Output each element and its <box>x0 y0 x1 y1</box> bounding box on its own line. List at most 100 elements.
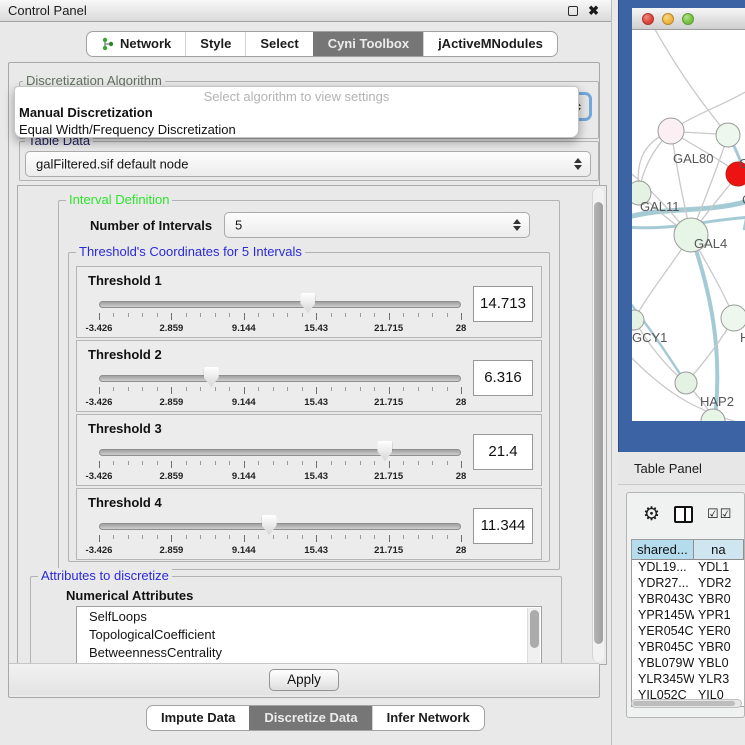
tab-discretize-data[interactable]: Discretize Data <box>249 706 371 730</box>
close-icon[interactable]: ✖ <box>588 6 599 16</box>
table-row[interactable]: YBR043CYBR0 <box>632 592 744 608</box>
slider-track[interactable] <box>99 449 461 456</box>
control-panel: Control Panel ✖ Network Style Select Cyni T… <box>0 0 612 745</box>
node-label: HAP2 <box>700 394 734 409</box>
apply-button[interactable]: Apply <box>269 669 339 691</box>
table-cell: YBL0 <box>694 656 744 672</box>
node-table: shared...na YDL19...YDL1YDR27...YDR2YBR0… <box>631 539 744 707</box>
attributes-group-title: Attributes to discretize <box>38 568 172 583</box>
combo-spinner-icon <box>513 219 521 231</box>
table-horizontal-scrollbar[interactable] <box>631 699 742 708</box>
threshold-value-field[interactable]: 14.713 <box>473 286 533 322</box>
number-of-intervals-combo[interactable]: 5 <box>224 212 530 238</box>
table-column-header[interactable]: shared... <box>632 540 694 559</box>
slider-thumb[interactable] <box>204 367 219 387</box>
node-label: GAL80 <box>673 151 713 166</box>
close-traffic-icon[interactable] <box>642 13 654 25</box>
network-node[interactable] <box>675 372 697 394</box>
tab-select[interactable]: Select <box>245 32 312 56</box>
tick-label: 28 <box>456 471 467 482</box>
tick-label: 9.144 <box>232 545 256 556</box>
node-label: GA <box>739 156 745 171</box>
tab-network[interactable]: Network <box>87 32 185 56</box>
float-panel-icon[interactable] <box>568 6 578 16</box>
control-panel-titlebar: Control Panel ✖ <box>0 0 611 22</box>
table-header-row: shared...na <box>632 540 744 560</box>
algorithm-option[interactable]: Manual Discretization <box>15 104 578 121</box>
attribute-list-item[interactable]: SelfLoops <box>77 607 541 625</box>
threshold-label: Threshold 1 <box>88 273 162 288</box>
tick-label: -3.426 <box>86 323 113 334</box>
attribute-list-item[interactable]: BetweennessCentrality <box>77 643 541 661</box>
tab-label: Select <box>260 32 298 56</box>
algorithm-popup-hint: Select algorithm to view settings <box>15 87 578 104</box>
table-cell: YDR2 <box>694 576 744 592</box>
table-cell: YER0 <box>694 624 744 640</box>
table-cell: YBR0 <box>694 592 744 608</box>
table-row[interactable]: YER054CYER0 <box>632 624 744 640</box>
threshold-value-field[interactable]: 11.344 <box>473 508 533 544</box>
network-canvas[interactable]: GAL80GAGAL11CGAL4GCY1HHAP2 <box>632 30 745 421</box>
table-cell: YPR1 <box>694 608 744 624</box>
settings-scrollbar[interactable] <box>592 188 604 662</box>
tick-label: 21.715 <box>374 397 403 408</box>
attribute-list-item[interactable]: TopologicalCoefficient <box>77 625 541 643</box>
zoom-traffic-icon[interactable] <box>682 13 694 25</box>
tab-jactivemnodules[interactable]: jActiveMNodules <box>423 32 557 56</box>
tick-label: 21.715 <box>374 545 403 556</box>
table-row[interactable]: YPR145WYPR1 <box>632 608 744 624</box>
tick-label: 28 <box>456 323 467 334</box>
table-row[interactable]: YBR045CYBR0 <box>632 640 744 656</box>
numerical-attributes-label: Numerical Attributes <box>66 588 193 603</box>
table-cell: YDR27... <box>632 576 694 592</box>
table-cell: YBR0 <box>694 640 744 656</box>
threshold-panel: Threshold 4-3.4262.8599.14415.4321.71528… <box>76 488 542 560</box>
network-window-titlebar <box>632 8 745 30</box>
tab-impute-data[interactable]: Impute Data <box>147 706 249 730</box>
algorithm-option[interactable]: Equal Width/Frequency Discretization <box>15 121 578 138</box>
tick-label: 28 <box>456 397 467 408</box>
gear-icon[interactable]: ⚙ <box>643 503 660 526</box>
slider-thumb[interactable] <box>377 441 392 461</box>
slider-thumb[interactable] <box>300 293 315 313</box>
network-node[interactable] <box>658 118 684 144</box>
settings-scrollpane: Interval Definition Number of Intervals … <box>17 185 607 665</box>
network-node[interactable] <box>632 310 644 330</box>
tab-style[interactable]: Style <box>185 32 245 56</box>
algorithm-dropdown-popup: Select algorithm to view settings Manual… <box>14 86 579 138</box>
table-row[interactable]: YBL079WYBL0 <box>632 656 744 672</box>
slider-track[interactable] <box>99 523 461 530</box>
threshold-value-field[interactable]: 21.4 <box>473 434 533 470</box>
tab-label: Infer Network <box>387 706 470 730</box>
slider-ticks <box>99 461 461 469</box>
threshold-value-field[interactable]: 6.316 <box>473 360 533 396</box>
network-node[interactable] <box>721 305 745 331</box>
tick-label: 2.859 <box>160 545 184 556</box>
select-columns-icon[interactable]: ☑☑ <box>707 506 732 522</box>
slider-track[interactable] <box>99 375 461 382</box>
slider-thumb[interactable] <box>262 515 277 535</box>
table-row[interactable]: YLR345WYLR3 <box>632 672 744 688</box>
attributes-scrollbar[interactable] <box>527 608 540 664</box>
tick-label: 2.859 <box>160 323 184 334</box>
slider-track[interactable] <box>99 301 461 308</box>
tick-label: 15.43 <box>304 397 328 408</box>
table-column-header[interactable]: na <box>694 540 744 559</box>
tab-cyni-toolbox[interactable]: Cyni Toolbox <box>313 32 423 56</box>
tab-label: Network <box>120 32 171 56</box>
minimize-traffic-icon[interactable] <box>662 13 674 25</box>
numerical-attributes-list[interactable]: SelfLoopsTopologicalCoefficientBetweenne… <box>76 606 542 664</box>
network-graph: GAL80GAGAL11CGAL4GCY1HHAP2 <box>632 30 745 421</box>
top-tab-bar: Network Style Select Cyni Toolbox jActiveMNo… <box>86 31 558 57</box>
table-cell: YDL19... <box>632 560 694 576</box>
tab-label: Cyni Toolbox <box>328 32 409 56</box>
threshold-panel: Threshold 1-3.4262.8599.14415.4321.71528… <box>76 266 542 338</box>
table-cell: YDL1 <box>694 560 744 576</box>
network-node[interactable] <box>716 123 740 147</box>
columns-icon[interactable] <box>674 506 693 523</box>
node-label: GAL11 <box>640 199 680 214</box>
table-row[interactable]: YDR27...YDR2 <box>632 576 744 592</box>
table-data-combo[interactable]: galFiltered.sif default node <box>25 151 591 177</box>
table-row[interactable]: YDL19...YDL1 <box>632 560 744 576</box>
tab-infer-network[interactable]: Infer Network <box>372 706 484 730</box>
